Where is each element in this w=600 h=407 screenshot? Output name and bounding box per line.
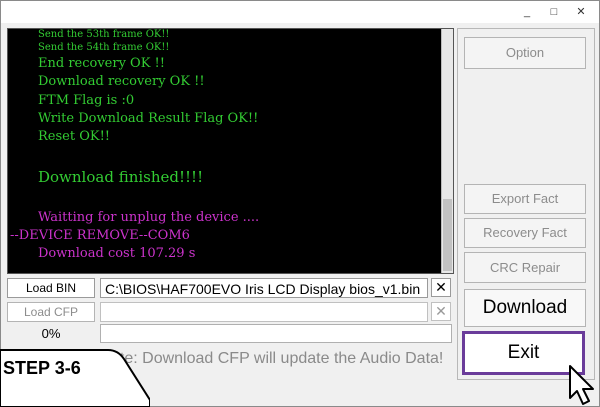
console-line: Download finished!!!! xyxy=(38,168,204,186)
console-line: Download cost 107.29 s xyxy=(38,246,196,261)
cfp-path-field[interactable] xyxy=(100,302,428,322)
console-line: Waitting for unplug the device .... xyxy=(38,210,260,225)
option-button[interactable]: Option xyxy=(464,37,586,69)
bin-path-text: C:\BIOS\HAF700EVO Iris LCD Display bios_… xyxy=(105,281,421,297)
console-line: Download recovery OK !! xyxy=(38,74,205,89)
step-label: STEP 3-6 xyxy=(3,358,81,378)
console-line: End recovery OK !! xyxy=(38,56,166,71)
maximize-icon[interactable]: □ xyxy=(543,4,565,20)
console-line: Write Download Result Flag OK!! xyxy=(38,111,259,126)
bin-path-field[interactable]: C:\BIOS\HAF700EVO Iris LCD Display bios_… xyxy=(100,278,428,298)
export-fact-button[interactable]: Export Fact xyxy=(464,184,586,214)
progress-bar xyxy=(100,324,452,343)
scrollbar-thumb[interactable] xyxy=(443,199,452,271)
exit-button-label: Exit xyxy=(507,342,540,363)
download-button[interactable]: Download xyxy=(464,289,586,327)
log-console: Send the 53th frame OK!! Send the 54th f… xyxy=(7,28,454,274)
mouse-pointer-icon xyxy=(569,365,594,405)
console-line: Reset OK!! xyxy=(38,129,111,144)
console-line: Send the 53th frame OK!! xyxy=(38,29,170,40)
recovery-fact-button[interactable]: Recovery Fact xyxy=(464,218,586,248)
close-icon[interactable]: ✕ xyxy=(570,4,592,20)
console-line: --DEVICE REMOVE--COM6 xyxy=(10,228,190,243)
load-bin-button[interactable]: Load BIN xyxy=(7,278,95,298)
title-bar: _ □ ✕ xyxy=(1,1,599,23)
progress-percent: 0% xyxy=(41,326,61,341)
console-line: FTM Flag is :0 xyxy=(38,93,135,108)
console-line: Send the 54th frame OK!! xyxy=(38,42,170,53)
note-text: ate: Download CFP will update the Audio … xyxy=(111,350,444,367)
clear-cfp-icon[interactable]: ✕ xyxy=(431,302,451,321)
crc-repair-button[interactable]: CRC Repair xyxy=(464,252,586,283)
minimize-icon[interactable]: _ xyxy=(516,4,538,20)
right-panel: Option Export Fact Recovery Fact CRC Rep… xyxy=(457,28,595,380)
clear-bin-icon[interactable]: ✕ xyxy=(431,278,451,297)
load-cfp-button[interactable]: Load CFP xyxy=(7,302,95,322)
console-scrollbar[interactable] xyxy=(441,29,453,273)
